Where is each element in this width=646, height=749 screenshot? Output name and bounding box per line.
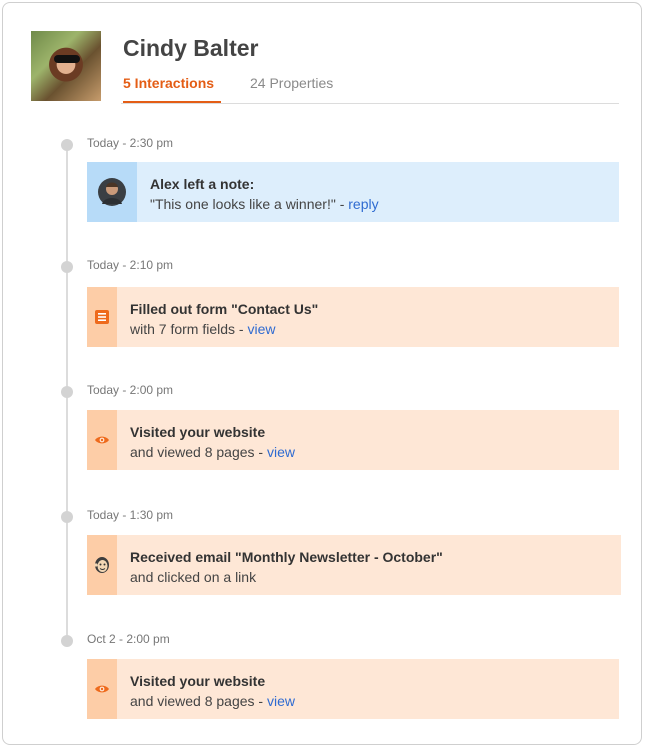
event-time: Today - 2:30 pm [87,136,174,150]
event-title: Received email "Monthly Newsletter - Oct… [130,549,443,565]
event-detail: and clicked on a link [130,569,257,585]
timeline-dot [61,139,73,151]
event-detail-text: with 7 form fields - [130,321,248,337]
activity-strip [87,659,117,719]
event-detail-text: and viewed 8 pages - [130,444,267,460]
event-detail: and viewed 8 pages - view [130,691,295,711]
event-detail: "This one looks like a winner!" - reply [150,194,379,214]
activity-strip [87,287,117,347]
note-strip [87,162,137,222]
timeline-dot [61,386,73,398]
activity-card: Visited your website and viewed 8 pages … [87,659,619,719]
activity-strip [87,410,117,470]
event-time: Oct 2 - 2:00 pm [87,632,170,646]
event-detail: and viewed 8 pages - view [130,442,295,462]
form-icon [87,287,117,347]
avatar-sunglasses [54,55,80,63]
note-card: Alex left a note: "This one looks like a… [87,162,619,222]
event-title: Visited your website [130,673,266,689]
timeline-dot [61,261,73,273]
eye-icon [87,659,117,719]
event-detail: with 7 form fields - view [130,319,318,339]
mailchimp-icon [87,535,117,595]
event-title: Alex left a note: [150,176,255,192]
view-link[interactable]: view [267,444,295,460]
reply-link[interactable]: reply [348,196,378,212]
event-time: Today - 2:00 pm [87,383,174,397]
contact-activity-card: Cindy Balter 5 Interactions 24 Propertie… [2,2,642,745]
event-time: Today - 2:10 pm [87,258,174,272]
eye-icon [87,410,117,470]
event-title: Visited your website [130,424,266,440]
timeline-dot [61,511,73,523]
contact-name: Cindy Balter [123,35,259,61]
event-time: Today - 1:30 pm [87,508,174,522]
view-link[interactable]: view [267,693,295,709]
header-divider [121,103,619,104]
activity-strip [87,535,117,595]
view-link[interactable]: view [247,321,275,337]
contact-avatar [31,31,101,101]
user-avatar-icon [87,162,137,222]
timeline-dot [61,635,73,647]
event-title: Filled out form "Contact Us" [130,301,319,317]
event-detail-text: "This one looks like a winner!" - [150,196,349,212]
event-detail-text: and viewed 8 pages - [130,693,267,709]
activity-card: Received email "Monthly Newsletter - Oct… [87,535,621,595]
tab-interactions[interactable]: 5 Interactions [123,75,214,91]
activity-card: Filled out form "Contact Us" with 7 form… [87,287,619,347]
tab-properties[interactable]: 24 Properties [250,75,333,91]
activity-card: Visited your website and viewed 8 pages … [87,410,619,470]
contact-header: Cindy Balter 5 Interactions 24 Propertie… [31,31,619,104]
